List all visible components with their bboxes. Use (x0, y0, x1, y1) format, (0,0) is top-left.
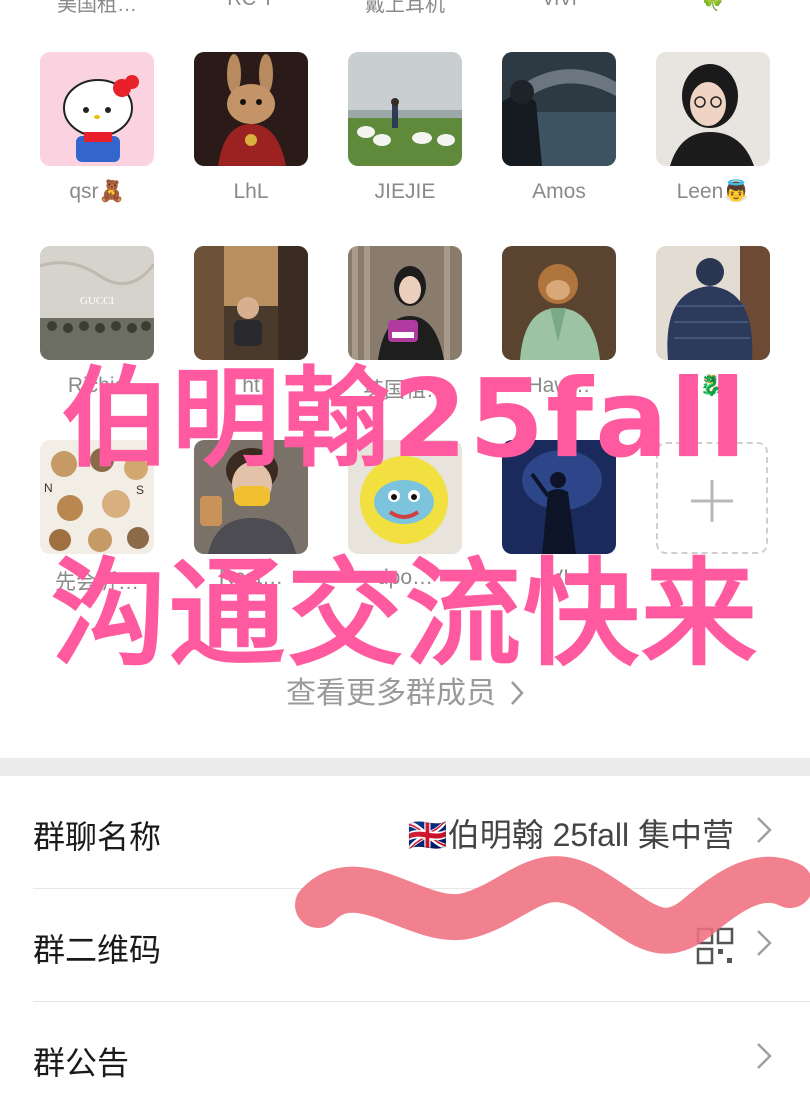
overlay-title-line2: 沟通交流快来 (51, 547, 759, 682)
overlay-title-line1: 伯明翰25fall (61, 357, 749, 482)
